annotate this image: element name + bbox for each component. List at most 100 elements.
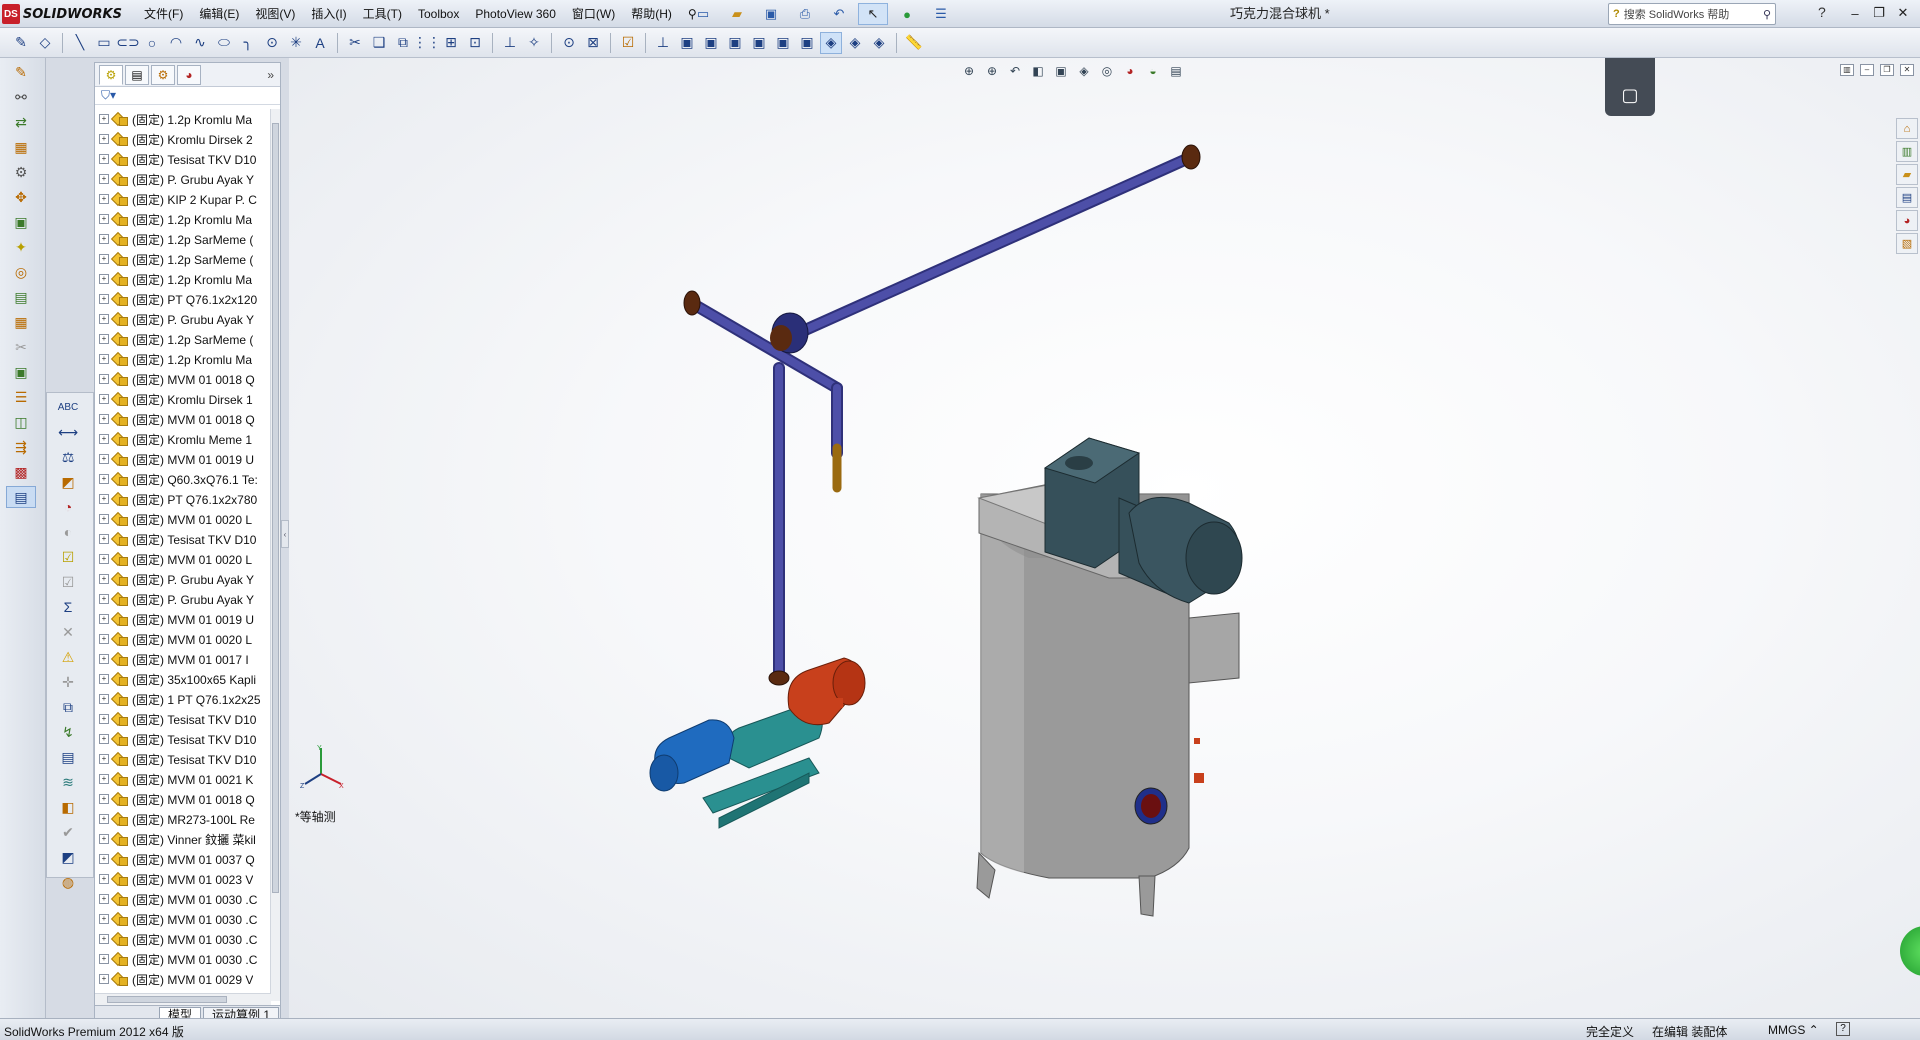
expand-icon[interactable]: + xyxy=(99,454,109,464)
scrollbar-thumb[interactable] xyxy=(272,123,279,893)
expand-icon[interactable]: + xyxy=(99,654,109,664)
compare-documents-icon[interactable]: ⧉ xyxy=(53,696,83,718)
deviation-analysis-icon[interactable]: ↯ xyxy=(53,721,83,743)
tree-component-item[interactable]: + (固定) Tesisat TKV D10 xyxy=(95,749,271,769)
tree-component-item[interactable]: + (固定) MVM 01 0017 I xyxy=(95,649,271,669)
expand-icon[interactable]: + xyxy=(99,494,109,504)
measure-icon[interactable]: 📏 xyxy=(903,32,925,54)
expand-icon[interactable]: + xyxy=(99,934,109,944)
tree-filter-icon[interactable]: ⛉▾ xyxy=(95,87,280,105)
expand-icon[interactable]: + xyxy=(99,554,109,564)
curvature-icon[interactable]: ≋ xyxy=(53,771,83,793)
menu-toolbox[interactable]: Toolbox xyxy=(410,0,467,28)
tree-component-item[interactable]: + (固定) 1.2p SarMeme ( xyxy=(95,329,271,349)
tree-component-item[interactable]: + (固定) MVM 01 0023 V xyxy=(95,869,271,889)
expand-icon[interactable]: + xyxy=(99,874,109,884)
tree-component-item[interactable]: + (固定) MVM 01 0030 .C xyxy=(95,909,271,929)
expand-icon[interactable]: + xyxy=(99,854,109,864)
menu-help[interactable]: 帮助(H) xyxy=(623,0,680,28)
save-icon[interactable]: ▣ xyxy=(756,3,786,25)
tree-component-item[interactable]: + (固定) MVM 01 0037 Q xyxy=(95,849,271,869)
expand-icon[interactable]: + xyxy=(99,434,109,444)
interference-check-icon[interactable]: ▣ xyxy=(6,361,36,383)
hole-alignment-icon[interactable]: ◫ xyxy=(6,411,36,433)
draft-analysis-icon[interactable]: ◧ xyxy=(53,796,83,818)
expand-icon[interactable]: + xyxy=(99,574,109,584)
expand-icon[interactable]: + xyxy=(99,834,109,844)
expand-icon[interactable]: + xyxy=(99,174,109,184)
tree-component-item[interactable]: + (固定) P. Grubu Ayak Y xyxy=(95,569,271,589)
panel-collapse-handle[interactable]: ‹ xyxy=(281,520,289,548)
tree-component-item[interactable]: + (固定) 35x100x65 Kapli xyxy=(95,669,271,689)
costing-icon[interactable]: ◍ xyxy=(53,871,83,893)
restore-icon[interactable]: ❐ xyxy=(1868,3,1890,23)
warning-icon[interactable]: ⚠ xyxy=(53,646,83,668)
expand-icon[interactable]: + xyxy=(99,474,109,484)
tree-component-item[interactable]: + (固定) Tesisat TKV D10 xyxy=(95,529,271,549)
expand-icon[interactable]: + xyxy=(99,334,109,344)
tree-component-item[interactable]: + (固定) Tesisat TKV D10 xyxy=(95,149,271,169)
smart-dimension-icon[interactable]: ◇ xyxy=(34,32,56,54)
displaymanager-tab-icon[interactable]: ◕ xyxy=(177,64,201,85)
linear-pattern-icon[interactable]: ⊞ xyxy=(440,32,462,54)
menu-file[interactable]: 文件(F) xyxy=(136,0,191,28)
view-trimetric-icon[interactable]: ◈ xyxy=(844,32,866,54)
section-properties-icon[interactable]: ◩ xyxy=(53,471,83,493)
expand-icon[interactable]: + xyxy=(99,754,109,764)
expand-icon[interactable]: + xyxy=(99,214,109,224)
expand-icon[interactable]: + xyxy=(99,714,109,724)
tree-component-item[interactable]: + (固定) Vinner 鈫攦 菜kil xyxy=(95,829,271,849)
expand-icon[interactable]: + xyxy=(99,774,109,784)
help-search-box[interactable]: ? 搜索 SolidWorks 帮助 ⚲ xyxy=(1608,3,1776,25)
expand-icon[interactable]: + xyxy=(99,534,109,544)
simulationxpress-icon[interactable]: ◩ xyxy=(53,846,83,868)
select-cursor-icon[interactable]: ↖ xyxy=(858,3,888,25)
repair-sketch-icon[interactable]: ✧ xyxy=(523,32,545,54)
tree-component-item[interactable]: + (固定) 1.2p SarMeme ( xyxy=(95,249,271,269)
tree-component-item[interactable]: + (固定) 1.2p Kromlu Ma xyxy=(95,209,271,229)
zebra-stripes-icon[interactable]: ▤ xyxy=(53,746,83,768)
tree-component-item[interactable]: + (固定) Kromlu Dirsek 2 xyxy=(95,129,271,149)
performance-evaluation-icon[interactable]: ◔ xyxy=(53,496,83,518)
tree-component-item[interactable]: + (固定) 1 PT Q76.1x2x25 xyxy=(95,689,271,709)
mirror-icon[interactable]: ⋮⋮ xyxy=(413,32,441,54)
tree-component-item[interactable]: + (固定) P. Grubu Ayak Y xyxy=(95,309,271,329)
expand-icon[interactable]: + xyxy=(99,694,109,704)
open-folder-icon[interactable]: ▰ xyxy=(722,3,752,25)
instant2d-icon[interactable]: ☑ xyxy=(617,32,639,54)
help-dropdown-icon[interactable]: ? xyxy=(1818,4,1826,20)
expand-icon[interactable]: + xyxy=(99,794,109,804)
menu-photoview[interactable]: PhotoView 360 xyxy=(467,0,564,28)
component-pattern-icon[interactable]: ▦ xyxy=(6,136,36,158)
centerline-icon[interactable]: ✳ xyxy=(285,32,307,54)
tree-component-item[interactable]: + (固定) MVM 01 0030 .C xyxy=(95,949,271,969)
tree-component-item[interactable]: + (固定) MVM 01 0030 .C xyxy=(95,889,271,909)
expand-icon[interactable]: + xyxy=(99,254,109,264)
symmetry-check-icon[interactable]: ✛ xyxy=(53,671,83,693)
point-icon[interactable]: ⊙ xyxy=(261,32,283,54)
smart-fasteners-icon[interactable]: ⚙ xyxy=(6,161,36,183)
speedpak-icon[interactable]: ▤ xyxy=(6,486,36,508)
expand-icon[interactable]: + xyxy=(99,234,109,244)
tree-component-item[interactable]: + (固定) 1.2p Kromlu Ma xyxy=(95,349,271,369)
tree-vertical-scrollbar[interactable] xyxy=(270,109,280,1001)
assembly-model[interactable] xyxy=(289,58,1920,1018)
tree-component-item[interactable]: + (固定) MVM 01 0019 U xyxy=(95,609,271,629)
unit-system-selector[interactable]: MMGS ⌃ xyxy=(1768,1023,1819,1037)
expand-icon[interactable]: + xyxy=(99,514,109,524)
expand-icon[interactable]: + xyxy=(99,374,109,384)
expand-icon[interactable]: + xyxy=(99,154,109,164)
thickness-analysis-icon[interactable]: ✔ xyxy=(53,821,83,843)
menu-tools[interactable]: 工具(T) xyxy=(355,0,410,28)
tree-component-item[interactable]: + (固定) 1.2p Kromlu Ma xyxy=(95,109,271,129)
equations-icon[interactable]: Σ xyxy=(53,596,83,618)
offset-icon[interactable]: ⧉ xyxy=(392,32,414,54)
expand-icon[interactable]: + xyxy=(99,314,109,324)
tree-component-item[interactable]: + (固定) Kromlu Meme 1 xyxy=(95,429,271,449)
move-entities-icon[interactable]: ⊡ xyxy=(464,32,486,54)
arc-icon[interactable]: ◠ xyxy=(165,32,187,54)
menu-insert[interactable]: 插入(I) xyxy=(303,0,354,28)
tree-component-item[interactable]: + (固定) MVM 01 0030 .C xyxy=(95,929,271,949)
expand-icon[interactable]: + xyxy=(99,354,109,364)
graphics-area[interactable]: ▢ ⊕ ⊕ ↶ ◧ ▣ ◈ ◎ ◕ ◒ ▤ ▥ – ❐ ✕ ⌂ ▥ ▰ ▤ ◕ … xyxy=(289,58,1920,1018)
